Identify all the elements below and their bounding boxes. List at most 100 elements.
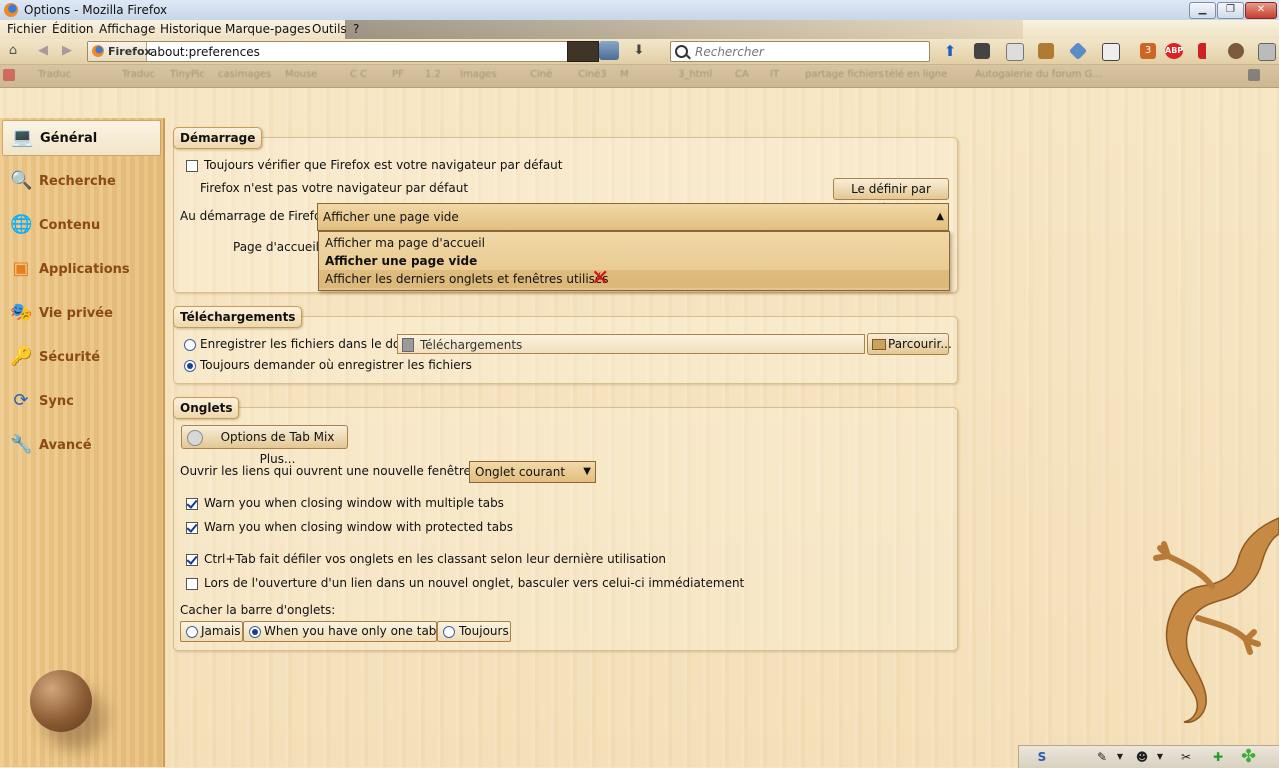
radio-one-tab[interactable] [249, 626, 261, 638]
chevron-down-icon: ▼ [583, 466, 591, 477]
radio-always[interactable] [443, 626, 455, 638]
skull-icon[interactable] [1102, 43, 1120, 61]
ctrl-tab-checkbox[interactable] [186, 554, 198, 566]
scissors-icon[interactable]: ✂ [1179, 750, 1193, 764]
home-icon[interactable]: ⌂ [6, 44, 20, 58]
always-ask-radio[interactable] [184, 360, 196, 372]
tab-mix-plus-button[interactable]: Options de Tab Mix Plus... [181, 425, 348, 466]
category-search[interactable]: 🔍 Recherche [2, 164, 159, 198]
bookmark-item[interactable]: PF [392, 69, 404, 80]
bookmark-item[interactable]: CA [735, 69, 749, 80]
category-applications[interactable]: ▣ Applications [2, 252, 159, 286]
hide-tabbar-one-tab[interactable]: When you have only one tab (S) [243, 621, 457, 642]
url-history-dropdown-button[interactable] [567, 41, 599, 62]
walnut-icon[interactable] [1228, 43, 1244, 59]
category-general[interactable]: 💻 Général [2, 120, 161, 156]
bookmark-item[interactable]: Autogalerie du forum G... [975, 69, 1102, 80]
chevron-down-icon[interactable]: ▼ [1153, 750, 1167, 764]
hide-tabbar-never[interactable]: Jamais [180, 621, 243, 642]
menu-marque-pages[interactable]: Marque-pages [225, 22, 311, 36]
bookmark-item[interactable]: C C [350, 69, 367, 80]
radio-never[interactable] [186, 626, 198, 638]
close-button[interactable]: ✕ [1245, 2, 1277, 19]
bookmark-item[interactable]: Traduc [122, 69, 155, 80]
bookmark-item[interactable]: partage fichiers [805, 69, 884, 80]
open-folder-icon [872, 339, 886, 350]
on-start-option-selected[interactable]: Afficher une page vide [325, 254, 477, 268]
bookmark-item[interactable]: Traduc [38, 69, 71, 80]
open-links-label: Ouvrir les liens qui ouvrent une nouvell… [180, 464, 512, 478]
bookmarks-menu-icon[interactable] [1248, 69, 1260, 81]
on-start-select[interactable]: Afficher une page vide ▲ [317, 203, 949, 231]
general-icon: 💻 [11, 127, 34, 148]
check-default-label: Toujours vérifier que Firefox est votre … [204, 158, 563, 172]
on-start-label: Au démarrage de Firefox : [180, 209, 336, 223]
bookmark-item[interactable]: IT [770, 69, 779, 80]
set-default-button[interactable]: Le définir par défaut [833, 178, 949, 216]
face-icon[interactable]: ☻ [1135, 750, 1149, 764]
bookmark-item[interactable]: casimages [218, 69, 271, 80]
category-sync[interactable]: ⟳ Sync [2, 384, 159, 418]
bookmark-item[interactable]: 3_html [678, 69, 712, 80]
extension-icon[interactable] [1258, 43, 1276, 61]
magnifier-icon [675, 45, 688, 58]
menu-affichage[interactable]: Affichage [99, 22, 155, 36]
menu-historique[interactable]: Historique [160, 22, 222, 36]
on-start-option[interactable]: Afficher ma page d'accueil [325, 236, 485, 250]
url-bar[interactable]: Firefox about:preferences [87, 41, 569, 62]
warn-multiple-checkbox[interactable] [186, 498, 198, 510]
browse-button[interactable]: Parcourir... [867, 333, 952, 355]
check-default-checkbox[interactable] [186, 160, 198, 172]
minimize-button[interactable]: ▁ [1189, 2, 1216, 19]
puzzle-icon[interactable]: ✚ [1211, 750, 1225, 764]
tab-mix-plus-icon [187, 430, 203, 446]
save-to-folder-radio[interactable] [184, 339, 196, 351]
maximize-button[interactable]: ❐ [1217, 2, 1244, 19]
warn-protected-checkbox[interactable] [186, 522, 198, 534]
addon-puzzle-icon[interactable]: ✤ [1241, 748, 1256, 766]
url-text[interactable]: about:preferences [150, 45, 260, 59]
bookmark-item[interactable]: Ciné3 [578, 69, 607, 80]
bookmark-item[interactable]: Ciné [530, 69, 552, 80]
menu-outils[interactable]: Outils [312, 22, 347, 36]
forward-icon[interactable]: ▶ [60, 44, 74, 58]
switch-new-tab-checkbox[interactable] [186, 578, 198, 590]
notes-icon[interactable] [1006, 43, 1024, 61]
category-privacy[interactable]: 🎭 Vie privée [2, 296, 159, 330]
bookmark-item[interactable]: Images [460, 69, 497, 80]
menu-help[interactable]: ? [353, 22, 359, 36]
up-arrow-icon[interactable]: ⬆ [943, 44, 957, 59]
download-folder-field[interactable]: Téléchargements [397, 334, 865, 354]
flag-icon[interactable] [1198, 43, 1214, 59]
category-content[interactable]: 🌐 Contenu [2, 208, 159, 242]
bookmark-item[interactable]: TinyPic [170, 69, 205, 80]
hide-tabbar-always[interactable]: Toujours [437, 621, 511, 642]
toolbar-addon-icon[interactable] [974, 43, 990, 59]
site-identity-button[interactable]: Firefox [88, 42, 152, 61]
back-icon[interactable]: ◀ [36, 44, 50, 58]
advanced-icon: 🔧 [10, 434, 33, 455]
bookmark-item[interactable]: M [620, 69, 629, 80]
open-links-select[interactable]: Onglet courant ▼ [469, 461, 596, 483]
homepage-label: Page d'accueil : [233, 240, 327, 254]
bookmark-item[interactable]: télé en ligne [885, 69, 947, 80]
category-advanced[interactable]: 🔧 Avancé [2, 428, 159, 462]
category-security[interactable]: 🔑 Sécurité [2, 340, 159, 374]
counter-badge-icon[interactable]: 3 [1140, 43, 1156, 59]
category-label: Applications [39, 262, 130, 277]
folder-icon [402, 338, 414, 352]
bookmark-folder-icon[interactable] [1038, 43, 1054, 59]
chevron-down-icon[interactable]: ▼ [1113, 750, 1127, 764]
adblock-plus-icon[interactable]: ABP [1165, 43, 1183, 59]
menu-edition[interactable]: Édition [52, 22, 94, 36]
applications-icon: ▣ [12, 258, 30, 279]
skype-icon[interactable]: S [1035, 750, 1049, 764]
bookmark-item[interactable]: 1.2 [425, 69, 441, 80]
download-arrow-icon[interactable]: ⬇ [632, 44, 646, 58]
pen-icon[interactable]: ✎ [1095, 750, 1109, 764]
search-bar[interactable]: Rechercher [670, 41, 930, 62]
bookmark-item[interactable]: Mouse [285, 69, 317, 80]
on-start-option-hover[interactable]: Afficher les derniers onglets et fenêtre… [319, 270, 949, 288]
menu-fichier[interactable]: Fichier [7, 22, 46, 36]
reload-icon[interactable] [599, 41, 619, 60]
